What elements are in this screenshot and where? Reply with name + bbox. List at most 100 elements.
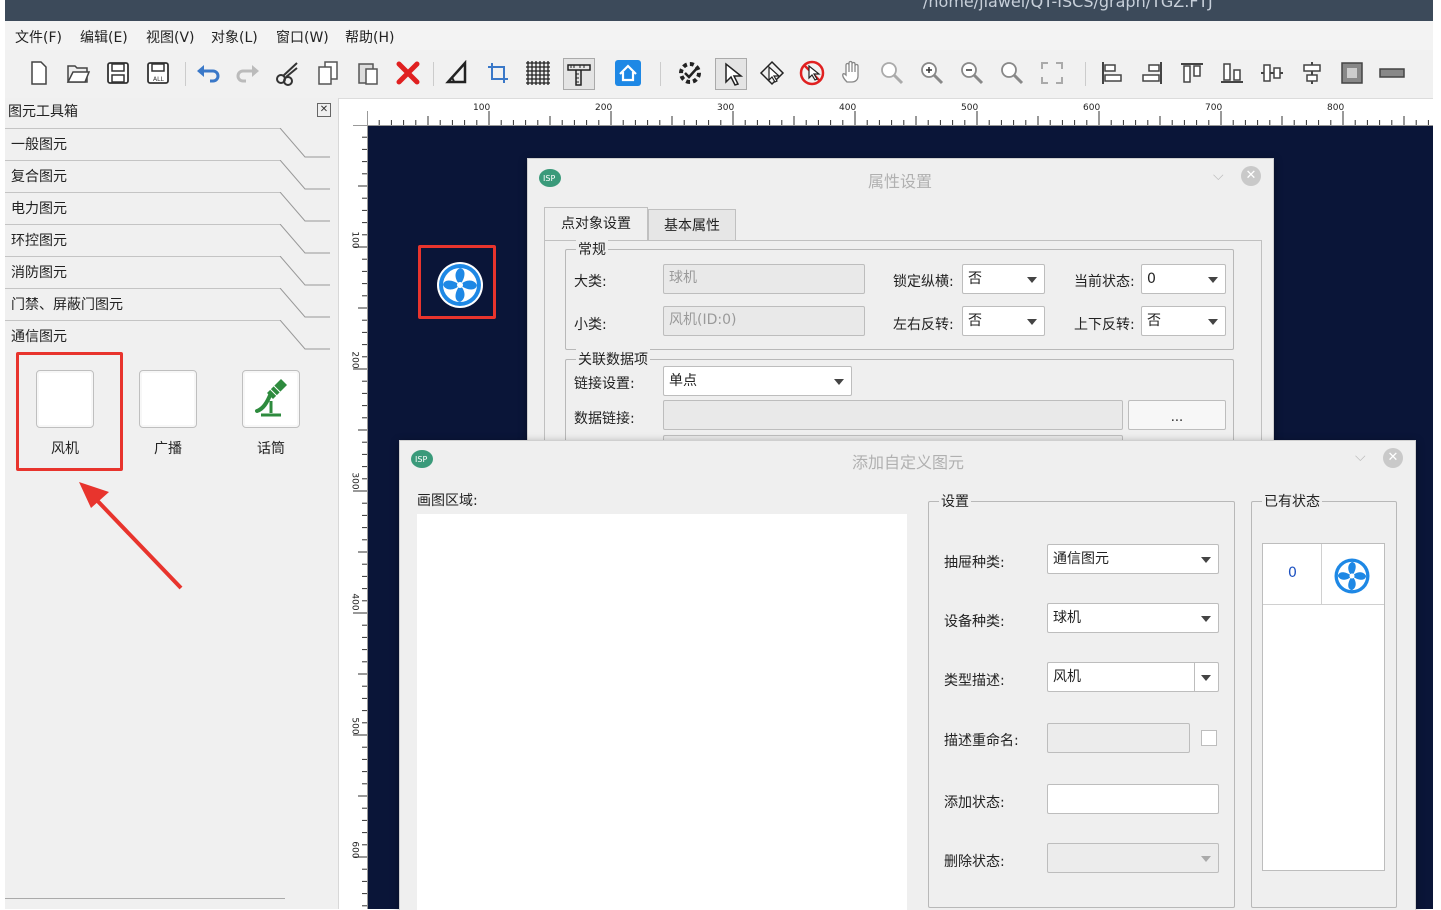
zoom-reset-icon[interactable] [997, 58, 1027, 88]
ruler-label: 800 [1327, 103, 1345, 113]
save-icon[interactable] [103, 58, 133, 88]
select-value: 单点 [669, 373, 697, 389]
close-icon[interactable]: ✕ [1383, 448, 1403, 468]
ruler-vertical: 100 200 300 400 500 600 [345, 125, 368, 909]
align-right-icon[interactable] [1137, 58, 1167, 88]
add-state-field[interactable] [1047, 784, 1219, 814]
zoom-icon[interactable] [877, 58, 907, 88]
properties-dialog: ISP 属性设置 ⌵ ✕ 点对象设置 基本属性 常规 大类: 球机 小类: 风机… [527, 158, 1274, 465]
state-row[interactable]: 0 [1263, 544, 1384, 605]
delete-state-select[interactable] [1047, 843, 1219, 873]
home-icon[interactable] [613, 58, 643, 88]
device-type-select[interactable]: 球机 [1047, 603, 1219, 633]
zoom-out-icon[interactable] [957, 58, 987, 88]
desc-type-combo[interactable]: 风机 [1047, 662, 1219, 692]
close-icon[interactable]: ✕ [317, 103, 331, 117]
browse-button[interactable]: ... [1128, 400, 1226, 430]
open-folder-icon[interactable] [63, 58, 93, 88]
current-state-select[interactable]: 0 [1141, 264, 1226, 294]
settings-group: 设置 抽屉种类: 通信图元 设备种类: 球机 类型描述: 风机 描述重命名: 添… [928, 491, 1235, 908]
new-file-icon[interactable] [23, 58, 53, 88]
same-size-icon[interactable] [1337, 58, 1367, 88]
tab-point-settings[interactable]: 点对象设置 [544, 207, 648, 241]
vflip-select[interactable]: 否 [1141, 306, 1226, 336]
paste-icon[interactable] [353, 58, 383, 88]
ruler-label: 100 [349, 231, 360, 249]
tool-item-microphone[interactable]: 话筒 [236, 370, 306, 460]
group-title: 已有状态 [1262, 491, 1322, 511]
menu-help[interactable]: 帮助(H) [345, 27, 394, 47]
menu-window[interactable]: 窗口(W) [276, 27, 329, 47]
menu-object[interactable]: 对象(L) [211, 27, 258, 47]
node-select-icon[interactable] [757, 58, 787, 88]
category-general[interactable]: 一般图元 [5, 128, 330, 160]
app-logo-icon: ISP [538, 167, 562, 193]
category-comm[interactable]: 通信图元 [5, 320, 330, 352]
chevron-down-icon[interactable]: ⌵ [1213, 168, 1224, 184]
data-link-label: 数据链接: [574, 411, 635, 427]
align-hcenter-icon[interactable] [1257, 58, 1287, 88]
link-type-select[interactable]: 单点 [663, 366, 852, 396]
settings-check-icon[interactable] [675, 58, 705, 88]
category-fire[interactable]: 消防图元 [5, 256, 330, 288]
save-all-icon[interactable]: ALL [143, 58, 173, 88]
select-value: 否 [968, 313, 982, 329]
category-env[interactable]: 环控图元 [5, 224, 330, 256]
category-composite[interactable]: 复合图元 [5, 160, 330, 192]
ruler-toggle-icon[interactable] [563, 58, 595, 90]
tool-item-label: 话筒 [257, 441, 285, 457]
crop-icon[interactable] [483, 58, 513, 88]
tool-thumbnail [139, 370, 197, 428]
measure-angle-icon[interactable] [443, 58, 473, 88]
tool-item-broadcast[interactable]: 广播 [133, 370, 203, 460]
ruler-label: 700 [1205, 103, 1223, 113]
tab-basic-props[interactable]: 基本属性 [648, 209, 736, 241]
minor-field[interactable]: 风机(ID:0) [663, 306, 865, 336]
states-group: 已有状态 0 [1251, 491, 1397, 908]
align-vcenter-icon[interactable] [1297, 58, 1327, 88]
select-value: 风机 [1053, 669, 1081, 685]
same-width-icon[interactable] [1377, 58, 1407, 88]
grid-icon[interactable] [523, 58, 553, 88]
select-value: 否 [1147, 313, 1161, 329]
toolbox-title: 图元工具箱 [8, 104, 78, 120]
redo-icon[interactable] [233, 58, 263, 88]
states-list: 0 [1262, 543, 1385, 871]
pointer-select-icon[interactable] [715, 58, 747, 90]
drawer-type-select[interactable]: 通信图元 [1047, 544, 1219, 574]
main-toolbar: ALL [5, 50, 1433, 99]
menu-bar: 文件(F) 编辑(E) 视图(V) 对象(L) 窗口(W) 帮助(H) [5, 21, 1433, 50]
draw-area[interactable] [417, 514, 907, 910]
align-bottom-icon[interactable] [1217, 58, 1247, 88]
major-label: 大类: [574, 274, 607, 290]
zoom-in-icon[interactable] [917, 58, 947, 88]
rename-field[interactable] [1047, 723, 1190, 753]
ruler-label: 500 [961, 103, 979, 113]
delete-icon[interactable] [393, 58, 423, 88]
category-label: 复合图元 [11, 169, 67, 185]
menu-view[interactable]: 视图(V) [146, 27, 195, 47]
data-link-field[interactable] [663, 400, 1123, 430]
undo-icon[interactable] [193, 58, 223, 88]
close-icon[interactable]: ✕ [1241, 166, 1261, 186]
copy-icon[interactable] [313, 58, 343, 88]
no-select-icon[interactable] [797, 58, 827, 88]
align-top-icon[interactable] [1177, 58, 1207, 88]
category-access[interactable]: 门禁、屏蔽门图元 [5, 288, 330, 320]
menu-edit[interactable]: 编辑(E) [80, 27, 128, 47]
pan-hand-icon[interactable] [837, 58, 867, 88]
category-power[interactable]: 电力图元 [5, 192, 330, 224]
align-left-icon[interactable] [1097, 58, 1127, 88]
dialog-title: 添加自定义图元 [852, 453, 965, 472]
hflip-select[interactable]: 否 [962, 306, 1045, 336]
major-field[interactable]: 球机 [663, 264, 865, 294]
add-element-dialog: ISP 添加自定义图元 ⌵ ✕ 画图区域: 设置 抽屉种类: 通信图元 设备种类… [399, 440, 1416, 910]
select-value: 否 [968, 271, 982, 287]
cut-icon[interactable] [273, 58, 303, 88]
menu-file[interactable]: 文件(F) [15, 27, 62, 47]
tool-item-label: 广播 [154, 441, 182, 457]
fit-view-icon[interactable] [1037, 58, 1067, 88]
rename-checkbox[interactable] [1201, 730, 1217, 746]
lock-aspect-select[interactable]: 否 [962, 264, 1045, 294]
chevron-down-icon[interactable]: ⌵ [1355, 449, 1366, 465]
